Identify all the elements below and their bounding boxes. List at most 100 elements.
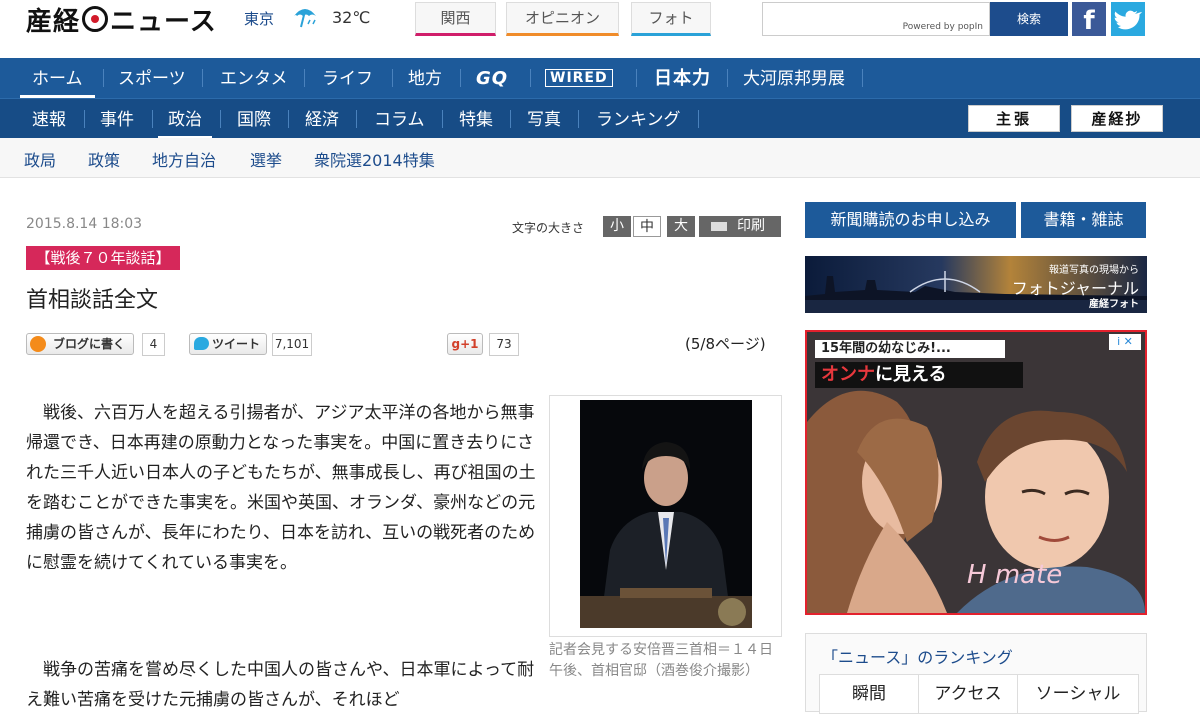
- ranking-title: 「ニュース」のランキング: [822, 648, 1013, 667]
- paragraph-text: 戦後、六百万人を超える引揚者が、アジア太平洋の各地から無事帰還でき、日本再建の原…: [26, 403, 536, 573]
- ranking-tab-instant[interactable]: 瞬間: [819, 674, 919, 714]
- article-photo[interactable]: [580, 400, 752, 628]
- nav-divider: [103, 69, 104, 87]
- popin-credit: Powered by popIn: [902, 22, 983, 32]
- tab-kansai[interactable]: 関西: [415, 2, 496, 36]
- nav-seiji[interactable]: 政治: [158, 99, 212, 139]
- nav-divider: [392, 69, 393, 87]
- nav-column[interactable]: コラム: [374, 99, 425, 139]
- nav-divider: [578, 110, 579, 128]
- tweet-button[interactable]: ツイート: [189, 333, 267, 355]
- search-button[interactable]: 検索: [990, 2, 1068, 36]
- nav-divider: [220, 110, 221, 128]
- photojournal-brand: 産経フォト: [1089, 299, 1139, 310]
- font-size-medium-button[interactable]: 中: [633, 216, 661, 237]
- article-date: 2015.8.14 18:03: [26, 216, 143, 232]
- article-paragraph: 戦争の苦痛を嘗め尽くした中国人の皆さんや、日本軍によって耐え難い苦痛を受けた元捕…: [26, 655, 536, 715]
- nav-ranking[interactable]: ランキング: [596, 99, 681, 139]
- nav-chiho[interactable]: 地方: [408, 58, 442, 98]
- nav-sports[interactable]: スポーツ: [118, 58, 186, 98]
- nav-divider: [356, 110, 357, 128]
- shucho-button[interactable]: 主張: [968, 105, 1060, 132]
- nav-entame[interactable]: エンタメ: [220, 58, 288, 98]
- tweet-count: 7,101: [272, 333, 312, 356]
- font-size-large-button[interactable]: 大: [667, 216, 695, 237]
- nav-divider: [510, 110, 511, 128]
- umbrella-icon: [294, 9, 316, 28]
- nav-okawara-exhibit[interactable]: 大河原邦男展: [743, 58, 845, 98]
- nav-shashin[interactable]: 写真: [527, 99, 561, 139]
- font-size-label: 文字の大きさ: [512, 221, 585, 235]
- nav-divider: [862, 69, 863, 87]
- nav-divider: [460, 69, 461, 87]
- nav-sokuho[interactable]: 速報: [32, 99, 66, 139]
- ad-highlight: オンナ: [821, 364, 875, 385]
- tab-photo[interactable]: フォト: [631, 2, 711, 36]
- tab-opinion[interactable]: オピニオン: [506, 2, 619, 36]
- nav-divider: [152, 110, 153, 128]
- ad-headline: 15年間の幼なじみ!...: [815, 340, 1005, 358]
- advertisement[interactable]: i ✕ 15年間の幼なじみ!... オンナに見える H mate: [805, 330, 1147, 615]
- primary-nav: ホーム スポーツ エンタメ ライフ 地方 GQ WIRED 日本力 大河原邦男展: [0, 58, 1200, 98]
- nav-home[interactable]: ホーム: [20, 58, 95, 98]
- subnav-seikyoku[interactable]: 政局: [24, 147, 56, 171]
- nav-divider: [530, 69, 531, 87]
- nav-gq[interactable]: GQ: [476, 58, 508, 98]
- nav-divider: [727, 69, 728, 87]
- ad-choices-icon[interactable]: i ✕: [1109, 334, 1141, 350]
- subnav-chiho-jichi[interactable]: 地方自治: [152, 147, 216, 171]
- nav-jiken[interactable]: 事件: [100, 99, 134, 139]
- photojournal-banner[interactable]: 報道写真の現場から フォトジャーナル 産経フォト: [805, 256, 1147, 313]
- article-photo-frame: [549, 395, 782, 637]
- nav-keizai[interactable]: 経済: [305, 99, 339, 139]
- ranking-tab-access[interactable]: アクセス: [918, 674, 1018, 714]
- site-logo[interactable]: 産経 ニュース: [26, 4, 217, 37]
- print-label: 印刷: [737, 218, 765, 234]
- nav-divider: [304, 69, 305, 87]
- subnav-senkyo[interactable]: 選挙: [250, 147, 282, 171]
- twitter-bird-icon: [194, 337, 209, 350]
- secondary-nav: 速報 事件 政治 国際 経済 コラム 特集 写真 ランキング 主張 産経抄: [0, 98, 1200, 139]
- news-ranking: 「ニュース」のランキング 瞬間 アクセス ソーシャル: [805, 633, 1147, 714]
- nav-nihonryoku[interactable]: 日本力: [654, 58, 711, 98]
- article-tag[interactable]: 【戦後７０年談話】: [26, 246, 180, 270]
- subscribe-button[interactable]: 新聞購読のお申し込み: [805, 202, 1016, 238]
- hatena-blog-button[interactable]: ブログに書く: [26, 333, 134, 355]
- ranking-tab-social[interactable]: ソーシャル: [1017, 674, 1139, 714]
- subnav-election-2014[interactable]: 衆院選2014特集: [314, 147, 435, 171]
- nav-divider: [636, 69, 637, 87]
- subnav-seisaku[interactable]: 政策: [88, 147, 120, 171]
- tweet-label: ツイート: [212, 337, 261, 351]
- article-headline: 首相談話全文: [26, 288, 159, 313]
- top-header: 産経 ニュース 東京 32℃ 関西 オピニオン フォト Powered by po…: [0, 0, 1200, 58]
- paragraph-indent: [26, 660, 43, 680]
- nav-wired[interactable]: WIRED: [545, 69, 613, 87]
- sub-nav: 政局 政策 地方自治 選挙 衆院選2014特集: [0, 138, 1200, 178]
- facebook-icon[interactable]: f: [1072, 2, 1106, 36]
- nav-kokusai[interactable]: 国際: [237, 99, 271, 139]
- nav-divider: [84, 110, 85, 128]
- sankeisho-button[interactable]: 産経抄: [1071, 105, 1163, 132]
- weather-temperature: 32℃: [332, 8, 371, 27]
- twitter-icon[interactable]: [1111, 2, 1145, 36]
- article-paragraph: 戦後、六百万人を超える引揚者が、アジア太平洋の各地から無事帰還でき、日本再建の原…: [26, 398, 536, 578]
- google-plus-count: 73: [489, 333, 519, 356]
- font-size-small-button[interactable]: 小: [603, 216, 631, 237]
- nav-divider: [698, 110, 699, 128]
- logo-text-left: 産経: [26, 6, 81, 37]
- google-plus-button[interactable]: g+1: [447, 333, 483, 355]
- print-button[interactable]: 印刷: [699, 216, 781, 237]
- hatena-icon: [30, 336, 46, 352]
- books-magazines-button[interactable]: 書籍・雑誌: [1021, 202, 1146, 238]
- nav-divider: [288, 110, 289, 128]
- ad-rest: に見える: [875, 364, 947, 385]
- hatena-count: 4: [142, 333, 165, 356]
- nav-divider: [442, 110, 443, 128]
- nav-life[interactable]: ライフ: [322, 58, 373, 98]
- hatena-label: ブログに書く: [53, 337, 126, 351]
- logo-text-right: ニュース: [110, 6, 217, 37]
- ad-subheadline: オンナに見える: [815, 362, 1023, 388]
- nav-tokushu[interactable]: 特集: [459, 99, 493, 139]
- photo-caption: 記者会見する安倍晋三首相＝１４日午後、首相官邸（酒巻俊介撮影）: [549, 642, 773, 679]
- search-input[interactable]: Powered by popIn: [762, 2, 990, 36]
